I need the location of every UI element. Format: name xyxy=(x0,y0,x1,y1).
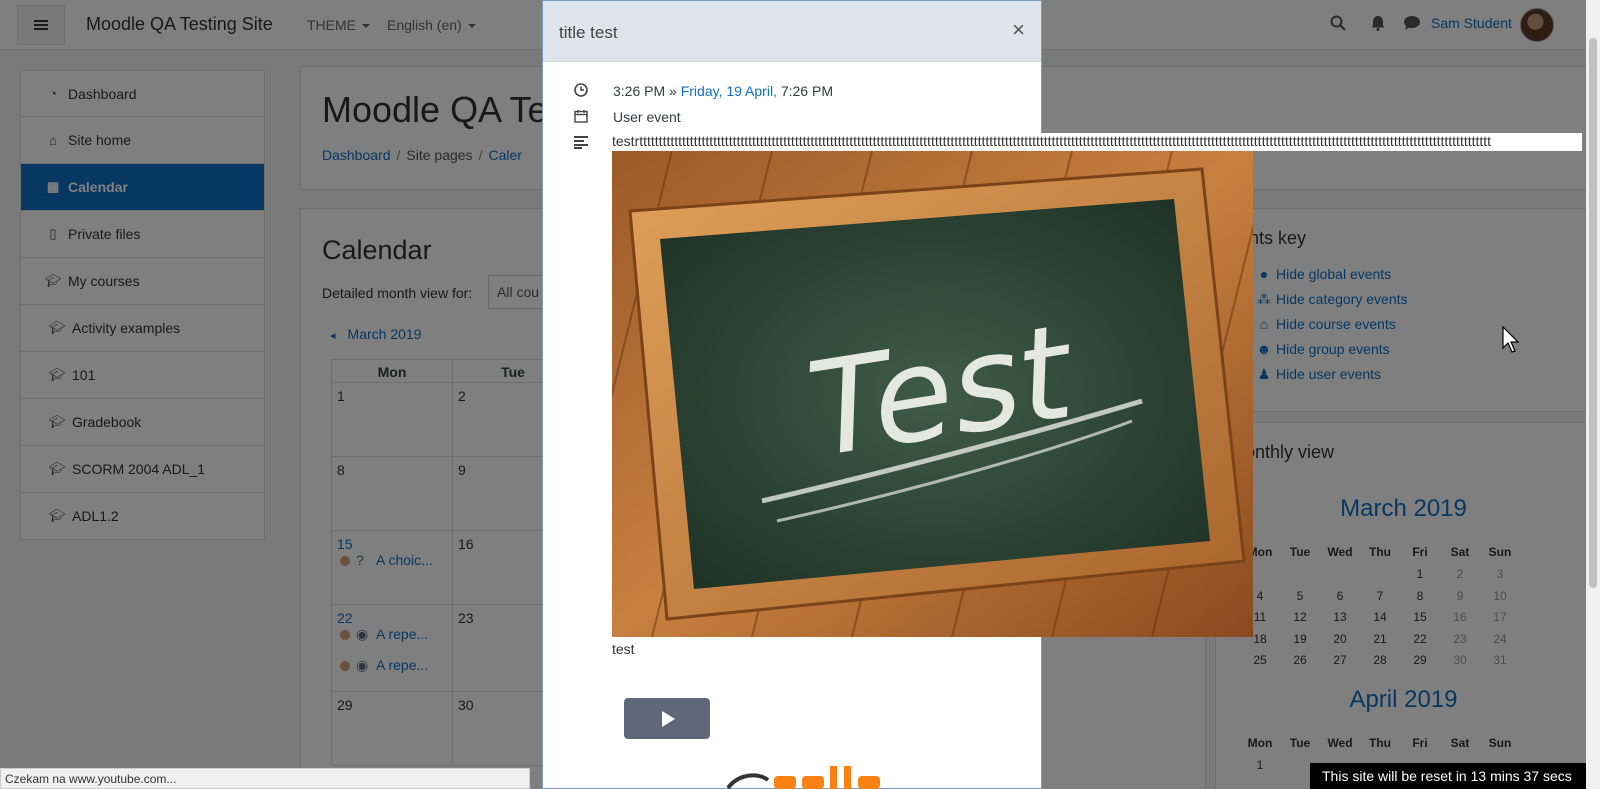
mouse-cursor-icon xyxy=(1502,326,1520,353)
event-type: User event xyxy=(613,109,681,125)
video-play-button[interactable] xyxy=(624,698,710,739)
align-left-icon xyxy=(573,135,589,151)
calendar-icon xyxy=(573,109,589,125)
event-description-text: testrttttttttttttttttttttttttttttttttttt… xyxy=(612,133,1492,149)
page-scrollbar[interactable] xyxy=(1586,0,1600,789)
close-icon[interactable]: × xyxy=(1012,19,1025,41)
modal-title: title test xyxy=(559,23,618,42)
site-reset-notice: This site will be reset in 13 mins 37 se… xyxy=(1310,763,1590,789)
event-time: 3:26 PM » Friday, 19 April, 7:26 PM xyxy=(613,83,833,99)
event-time-separator: » xyxy=(669,83,677,99)
modal-header: title test × xyxy=(543,1,1041,62)
moodle-logo xyxy=(726,766,880,789)
image-caption: test xyxy=(612,641,635,657)
browser-status-bar: Czekam na www.youtube.com... xyxy=(0,768,530,789)
event-time-start: 3:26 PM xyxy=(613,83,666,99)
clock-icon xyxy=(573,83,589,99)
event-description: testrttttttttttttttttttttttttttttttttttt… xyxy=(612,133,1582,151)
chalkboard-test-image: Test xyxy=(612,151,1253,637)
scrollbar-thumb[interactable] xyxy=(1589,38,1597,588)
event-time-end: 7:26 PM xyxy=(780,83,833,99)
play-icon xyxy=(662,710,675,727)
event-date-link[interactable]: Friday, 19 April, xyxy=(681,83,777,99)
